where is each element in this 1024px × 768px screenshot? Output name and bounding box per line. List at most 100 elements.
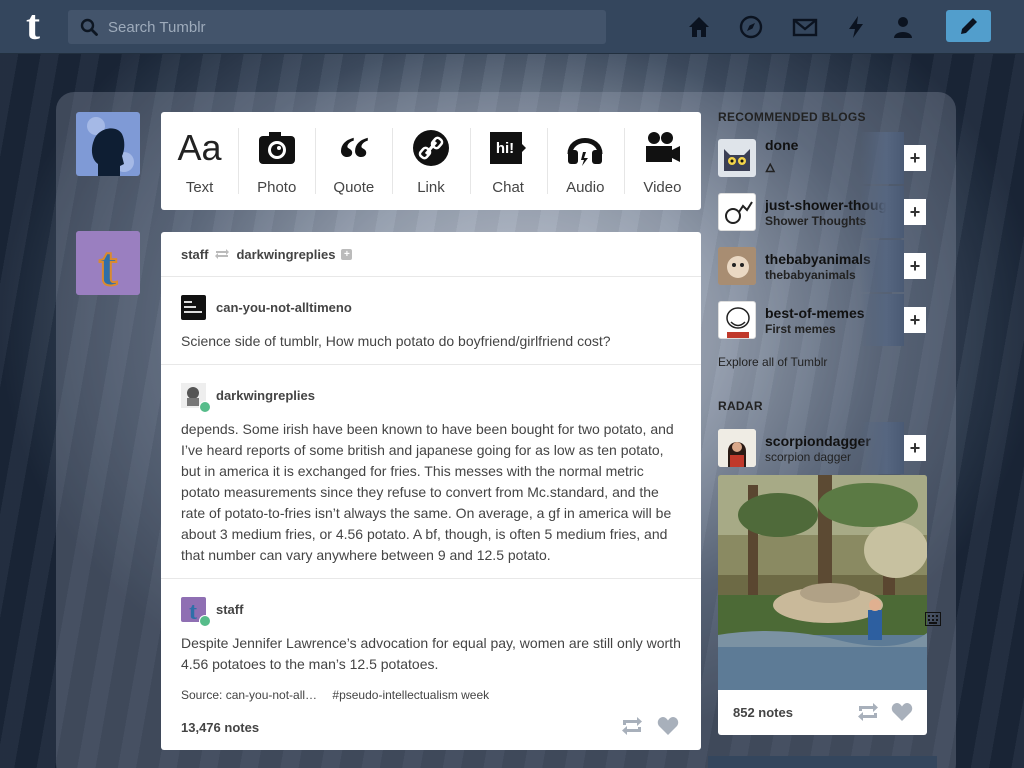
search-icon [80, 18, 98, 36]
blog-avatar [718, 139, 756, 177]
account-icon[interactable] [890, 14, 916, 40]
tumblr-staff-avatar-image: t [76, 231, 140, 295]
blog-avatar [718, 247, 756, 285]
explore-link[interactable]: Explore all of Tumblr [718, 355, 827, 369]
chat-icon: hi! [490, 131, 527, 164]
reblog-text: depends. Some irish have been known to h… [181, 421, 674, 563]
post-source-link[interactable]: Source: can-you-not-all… [181, 688, 317, 702]
reblog-text: Science side of tumblr, How much potato … [181, 333, 611, 349]
search-input[interactable] [108, 18, 588, 36]
reblogged-from-name[interactable]: darkwingreplies [236, 247, 335, 262]
follow-button[interactable]: + [904, 253, 926, 279]
reblog-text: Despite Jennifer Lawrence’s advocation f… [181, 635, 681, 672]
radar-title: RADAR [718, 399, 763, 413]
baby-animal-avatar-image [718, 247, 756, 285]
reblog-author-name[interactable]: darkwingreplies [216, 388, 315, 403]
tumblr-logo[interactable]: t [16, 5, 50, 47]
recommended-blog[interactable]: just-shower-thoughts Shower Thoughts + [718, 186, 926, 238]
post-type-bar: Aa Text Photo “ Quote Link hi! Chat Audi… [161, 112, 701, 210]
avatar-image [184, 300, 202, 313]
post-notes-count[interactable]: 13,476 notes [181, 720, 259, 735]
activity-icon[interactable] [843, 14, 869, 40]
fade-overlay [860, 422, 904, 474]
post-author-name[interactable]: staff [181, 247, 208, 262]
post-type-photo[interactable]: Photo [238, 112, 315, 210]
search-bar[interactable] [68, 10, 606, 44]
blog-avatar [718, 301, 756, 339]
inbox-icon[interactable] [792, 14, 818, 40]
post-type-label: Text [185, 178, 214, 196]
post-type-label: Link [417, 178, 445, 196]
follow-button[interactable]: + [904, 435, 926, 461]
user-avatar[interactable] [76, 112, 140, 176]
reblog-avatar[interactable] [181, 294, 206, 320]
follow-plus-icon[interactable]: + [341, 248, 353, 260]
keyboard-shortcuts-icon[interactable] [925, 612, 941, 626]
follow-button[interactable]: + [904, 145, 926, 171]
blog-avatar [718, 193, 756, 231]
svg-text:t: t [99, 236, 118, 295]
reblog-avatar[interactable] [181, 382, 211, 413]
top-navigation-bar: t [0, 0, 1024, 54]
recommended-blog[interactable]: best-of-memes First memes + [718, 294, 926, 346]
camera-icon [258, 131, 295, 164]
post-type-audio[interactable]: Audio [546, 112, 624, 210]
reblog-author-name[interactable]: staff [216, 602, 243, 617]
reblog-icon[interactable] [621, 716, 643, 736]
post-type-label: Photo [257, 178, 297, 196]
radar-avatar-image [718, 429, 756, 467]
headphones-icon [567, 137, 603, 166]
follow-button[interactable]: + [904, 199, 926, 225]
like-heart-icon[interactable] [657, 716, 679, 736]
svg-text:hi!: hi! [496, 140, 514, 157]
radar-notes-count[interactable]: 852 notes [733, 705, 793, 720]
post-type-text[interactable]: Aa Text [161, 112, 238, 210]
next-sidebar-card [708, 756, 937, 768]
follow-button[interactable]: + [904, 307, 926, 333]
explore-icon[interactable] [738, 14, 764, 40]
reblog-badge-icon [199, 614, 211, 627]
text-icon: Aa [177, 126, 222, 168]
pencil-icon [960, 18, 977, 34]
reblog-avatar[interactable]: t [181, 596, 211, 627]
reblog-badge-icon [199, 400, 211, 413]
radar-post-actions [857, 702, 913, 722]
post-type-label: Audio [566, 178, 605, 196]
reblog-entry: can-you-not-alltimeno Science side of tu… [161, 277, 701, 364]
post-author-avatar[interactable]: t [76, 231, 140, 295]
post-type-label: Quote [333, 178, 375, 196]
post-actions [621, 716, 679, 736]
compose-button[interactable] [946, 10, 991, 42]
post-type-link[interactable]: Link [392, 112, 469, 210]
home-icon[interactable] [686, 14, 712, 40]
fade-overlay [860, 186, 904, 238]
radar-post-image[interactable] [718, 475, 927, 690]
reblog-entry: t staff Despite Jennifer Lawrence’s advo… [161, 579, 701, 675]
recommended-blog[interactable]: thebabyanimals thebabyanimals + [718, 240, 926, 292]
shower-thoughts-avatar-image [725, 201, 753, 224]
post-header: staff darkwingreplies + [161, 232, 701, 276]
reblog-icon[interactable] [857, 702, 879, 722]
like-heart-icon[interactable] [891, 702, 913, 722]
recommended-blogs-title: RECOMMENDED BLOGS [718, 110, 866, 124]
video-camera-icon [646, 131, 681, 162]
reblog-author-name[interactable]: can-you-not-alltimeno [216, 300, 352, 315]
recommended-blog[interactable]: done 🜂 + [718, 132, 926, 184]
fade-overlay [860, 294, 904, 346]
quote-icon: “ [337, 122, 370, 194]
post-type-chat[interactable]: hi! Chat [469, 112, 547, 210]
post-type-label: Chat [492, 178, 524, 196]
cat-avatar-image [724, 149, 750, 171]
reblog-entry: darkwingreplies depends. Some irish have… [161, 365, 701, 578]
radar-post-card: 852 notes [718, 475, 927, 735]
meme-face-avatar-image [726, 307, 750, 338]
post-tag[interactable]: #pseudo-intellectualism week [332, 688, 489, 702]
fade-overlay [860, 132, 904, 184]
svg-text:t: t [189, 599, 197, 622]
silhouette-image [87, 117, 134, 176]
link-icon [412, 129, 449, 166]
radar-blog[interactable]: scorpiondagger scorpion dagger + [718, 422, 926, 474]
reblog-icon [215, 249, 230, 259]
post-type-video[interactable]: Video [623, 112, 701, 210]
post-type-quote[interactable]: “ Quote [315, 112, 392, 210]
